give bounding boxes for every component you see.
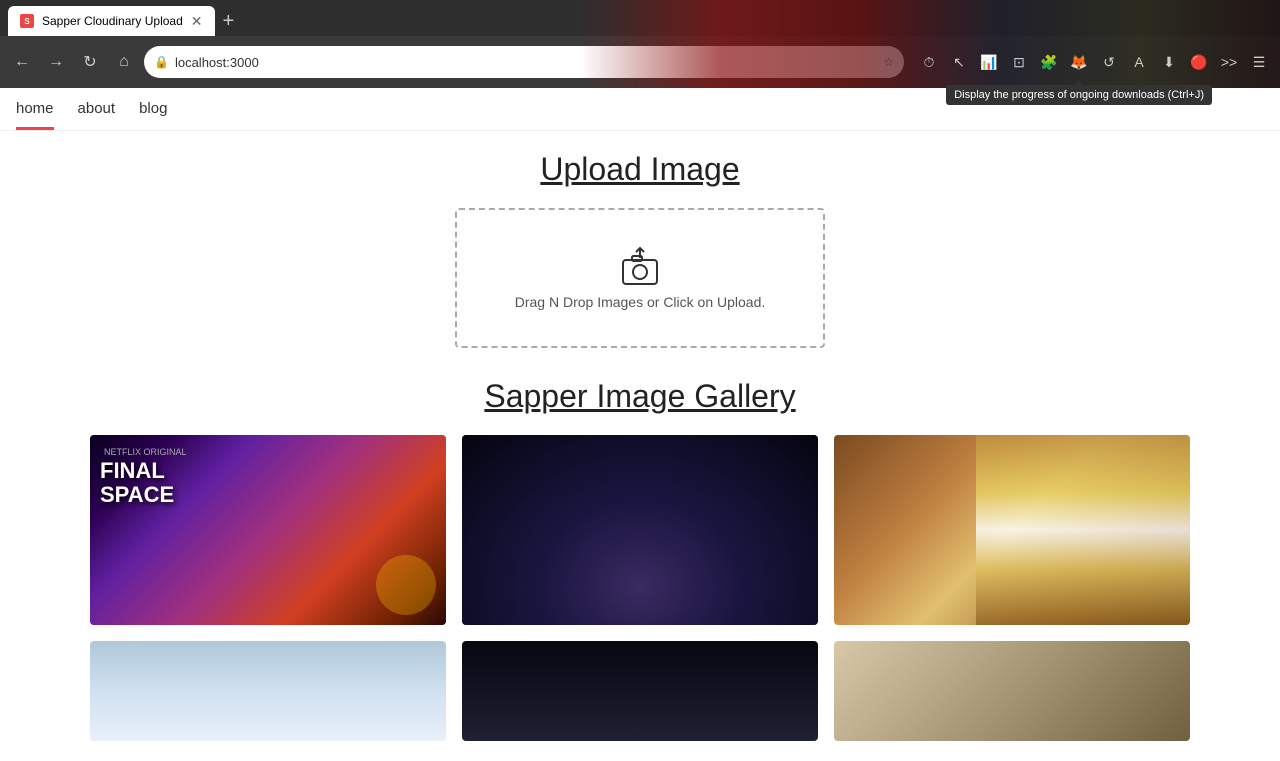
site-nav: home about blog xyxy=(0,88,1280,131)
upload-title: Upload Image xyxy=(540,151,739,188)
gallery-item-partial-3[interactable] xyxy=(834,641,1190,741)
red-icon[interactable]: 🔴 xyxy=(1186,49,1212,75)
main-content: Upload Image Drag N Drop Images or Click… xyxy=(0,131,1280,761)
upload-dropzone[interactable]: Drag N Drop Images or Click on Upload. xyxy=(455,208,825,348)
gallery-item-bald-villain[interactable] xyxy=(462,435,818,625)
upload-hint: Drag N Drop Images or Click on Upload. xyxy=(515,294,766,310)
gallery-title: Sapper Image Gallery xyxy=(484,378,795,415)
tab-close-button[interactable]: ✕ xyxy=(191,13,203,30)
security-icon: 🔒 xyxy=(154,55,169,69)
reading-mode-icon[interactable]: 📊 xyxy=(976,49,1002,75)
cursor-icon[interactable]: ↖ xyxy=(946,49,972,75)
firefox-icon[interactable]: 🦊 xyxy=(1066,49,1092,75)
address-bar-container[interactable]: 🔒 ☆ xyxy=(144,46,904,78)
back-button[interactable]: ← xyxy=(8,48,36,76)
tab-title: Sapper Cloudinary Upload xyxy=(42,14,183,28)
browser-toolbar: ← → ↻ ⌂ 🔒 ☆ ⏱ ↖ 📊 ⊡ 🧩 🦊 ↺ A ⬇ Display th… xyxy=(0,36,1280,88)
address-bar-actions: ☆ xyxy=(883,55,894,69)
picture-in-picture-icon[interactable]: ⊡ xyxy=(1006,49,1032,75)
nav-home[interactable]: home xyxy=(16,100,54,130)
sync-icon[interactable]: ↺ xyxy=(1096,49,1122,75)
reload-button[interactable]: ↻ xyxy=(76,48,104,76)
browser-tab-bar: S Sapper Cloudinary Upload ✕ + xyxy=(0,0,1280,36)
download-icon[interactable]: ⬇ Display the progress of ongoing downlo… xyxy=(1156,49,1182,75)
forward-button[interactable]: → xyxy=(42,48,70,76)
new-tab-button[interactable]: + xyxy=(215,6,243,36)
bookmark-icon[interactable]: ☆ xyxy=(883,55,894,69)
page-content: home about blog Upload Image Drag N Drop… xyxy=(0,88,1280,761)
home-button[interactable]: ⌂ xyxy=(110,48,138,76)
gallery-item-partial-1[interactable] xyxy=(90,641,446,741)
chevron-right-icon[interactable]: >> xyxy=(1216,49,1242,75)
address-input[interactable] xyxy=(175,55,877,70)
addons-icon[interactable]: 🧩 xyxy=(1036,49,1062,75)
gallery-item-final-space[interactable]: NETFLIX ORIGINAL FINALSPACE xyxy=(90,435,446,625)
upload-icon xyxy=(615,246,665,286)
gallery-item-anime-knight[interactable] xyxy=(834,435,1190,625)
gallery-item-partial-2[interactable] xyxy=(462,641,818,741)
nav-blog[interactable]: blog xyxy=(139,100,167,130)
active-tab[interactable]: S Sapper Cloudinary Upload ✕ xyxy=(8,6,215,36)
toolbar-right-icons: ⏱ ↖ 📊 ⊡ 🧩 🦊 ↺ A ⬇ Display the progress o… xyxy=(916,49,1272,75)
gallery-grid: NETFLIX ORIGINAL FINALSPACE xyxy=(90,435,1190,741)
nav-about[interactable]: about xyxy=(78,100,116,130)
translate-icon[interactable]: A xyxy=(1126,49,1152,75)
history-icon[interactable]: ⏱ xyxy=(916,49,942,75)
tab-favicon: S xyxy=(20,14,34,28)
menu-icon[interactable]: ☰ xyxy=(1246,49,1272,75)
